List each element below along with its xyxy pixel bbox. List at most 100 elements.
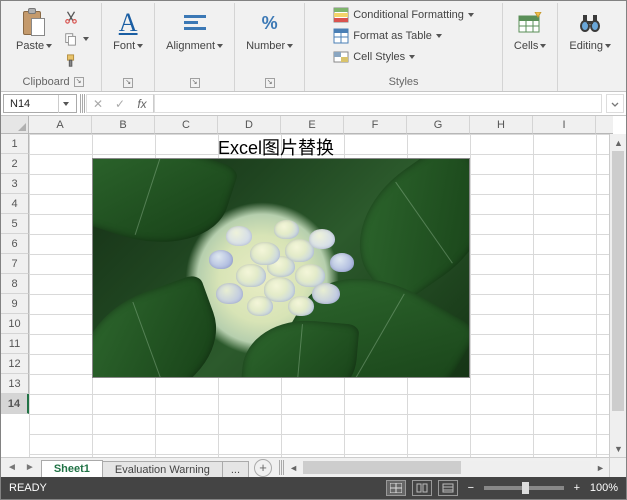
scroll-thumb[interactable]	[612, 151, 624, 411]
app-window: Paste Clipboard↘ A Font ↘	[0, 0, 627, 500]
name-box-value: N14	[10, 98, 30, 110]
paste-button[interactable]: Paste	[11, 5, 57, 55]
row-header[interactable]: 5	[1, 214, 29, 234]
column-header[interactable]: F	[344, 116, 407, 134]
formula-controls: ✕ ✓ fx	[86, 94, 154, 113]
font-button[interactable]: A Font	[108, 5, 148, 55]
row-header[interactable]: 14	[1, 394, 29, 414]
scroll-corner	[609, 458, 626, 477]
column-header[interactable]: G	[407, 116, 470, 134]
binoculars-icon	[575, 8, 605, 38]
number-button[interactable]: % Number	[241, 5, 298, 55]
row-header[interactable]: 4	[1, 194, 29, 214]
group-cells: Cells	[503, 3, 558, 91]
scroll-right-icon[interactable]: ►	[592, 459, 609, 476]
column-header[interactable]: I	[533, 116, 596, 134]
group-alignment: Alignment ↘	[155, 3, 235, 91]
enter-icon[interactable]: ✓	[109, 97, 131, 111]
chevron-down-icon	[605, 44, 611, 48]
embedded-image[interactable]	[92, 158, 470, 378]
name-box[interactable]: N14	[3, 94, 77, 113]
scroll-up-icon[interactable]: ▲	[610, 134, 626, 151]
column-header[interactable]: H	[470, 116, 533, 134]
worksheet-area: ABCDEFGHI 1234567891011121314 Excel图片替换	[1, 116, 626, 477]
row-header[interactable]: 1	[1, 134, 29, 154]
row-header[interactable]: 12	[1, 354, 29, 374]
row-header[interactable]: 8	[1, 274, 29, 294]
chevron-down-icon	[540, 44, 546, 48]
zoom-in-button[interactable]: +	[570, 482, 584, 494]
row-header[interactable]: 6	[1, 234, 29, 254]
tab-prev-icon[interactable]: ◄	[7, 462, 17, 473]
tab-evaluation-warning[interactable]: Evaluation Warning	[102, 461, 223, 477]
cut-button[interactable]	[59, 7, 93, 27]
row-header[interactable]: 7	[1, 254, 29, 274]
zoom-slider[interactable]	[484, 486, 564, 490]
tab-more[interactable]: ...	[222, 461, 249, 477]
cell-styles-button[interactable]: Cell Styles	[329, 47, 419, 67]
dialog-launcher-icon[interactable]: ↘	[265, 78, 275, 88]
paste-icon	[21, 8, 47, 38]
horizontal-scrollbar[interactable]: ◄ ►	[285, 458, 609, 477]
cells-button[interactable]: Cells	[509, 5, 551, 55]
chevron-down-icon[interactable]	[58, 95, 72, 113]
chevron-down-icon	[468, 13, 474, 17]
status-bar: READY − + 100%	[1, 477, 626, 499]
format-as-table-button[interactable]: Format as Table	[329, 26, 446, 46]
zoom-level[interactable]: 100%	[590, 482, 618, 494]
row-header[interactable]: 2	[1, 154, 29, 174]
brush-icon	[63, 53, 79, 69]
row-header[interactable]: 10	[1, 314, 29, 334]
new-sheet-button[interactable]: +	[254, 459, 272, 477]
formula-input[interactable]	[154, 94, 602, 113]
row-header[interactable]: 9	[1, 294, 29, 314]
cells-icon	[515, 8, 545, 38]
editing-button[interactable]: Editing	[564, 5, 616, 55]
fx-icon[interactable]: fx	[131, 97, 153, 111]
alignment-button[interactable]: Alignment	[161, 5, 228, 55]
splitter[interactable]	[80, 94, 85, 113]
column-header[interactable]: C	[155, 116, 218, 134]
zoom-out-button[interactable]: −	[464, 482, 478, 494]
vertical-scrollbar[interactable]: ▲ ▼	[609, 134, 626, 457]
scroll-down-icon[interactable]: ▼	[610, 440, 626, 457]
ribbon: Paste Clipboard↘ A Font ↘	[1, 1, 626, 92]
cell-grid[interactable]: Excel图片替换	[29, 134, 609, 457]
row-headers[interactable]: 1234567891011121314	[1, 134, 29, 457]
row-header[interactable]: 11	[1, 334, 29, 354]
conditional-formatting-button[interactable]: Conditional Formatting	[329, 5, 478, 25]
row-header[interactable]: 13	[1, 374, 29, 394]
column-header[interactable]: B	[92, 116, 155, 134]
dialog-launcher-icon[interactable]: ↘	[74, 77, 84, 87]
tab-sheet1[interactable]: Sheet1	[41, 460, 103, 477]
column-header[interactable]: D	[218, 116, 281, 134]
scroll-left-icon[interactable]: ◄	[285, 459, 302, 476]
format-painter-button[interactable]	[59, 51, 93, 71]
column-header[interactable]: E	[281, 116, 344, 134]
font-icon: A	[119, 10, 138, 36]
dialog-launcher-icon[interactable]: ↘	[123, 78, 133, 88]
view-page-layout-button[interactable]	[412, 480, 432, 496]
chevron-down-icon	[287, 44, 293, 48]
dialog-launcher-icon[interactable]: ↘	[190, 78, 200, 88]
expand-formula-bar[interactable]	[606, 94, 624, 113]
column-header[interactable]: A	[29, 116, 92, 134]
cancel-icon[interactable]: ✕	[87, 97, 109, 111]
column-headers[interactable]: ABCDEFGHI	[29, 116, 596, 134]
conditional-formatting-icon	[333, 7, 349, 23]
tab-next-icon[interactable]: ►	[25, 462, 35, 473]
copy-button[interactable]	[59, 29, 93, 49]
view-page-break-button[interactable]	[438, 480, 458, 496]
scroll-thumb[interactable]	[303, 461, 461, 474]
cells-label: Cells	[514, 40, 538, 52]
splitter[interactable]	[279, 460, 284, 475]
group-number: % Number ↘	[235, 3, 305, 91]
row-header[interactable]: 3	[1, 174, 29, 194]
cell-title: Excel图片替换	[218, 134, 334, 160]
paste-label: Paste	[16, 40, 44, 52]
view-normal-button[interactable]	[386, 480, 406, 496]
zoom-thumb[interactable]	[522, 482, 529, 494]
tab-nav[interactable]: ◄►	[1, 458, 41, 477]
select-all-button[interactable]	[1, 116, 29, 134]
table-icon	[333, 28, 349, 44]
